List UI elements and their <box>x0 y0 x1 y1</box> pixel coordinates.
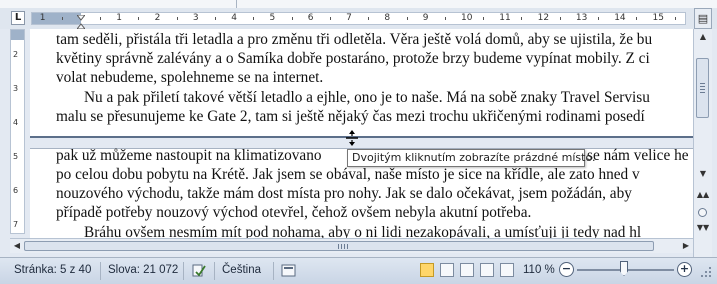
page-count[interactable]: Stránka: 5 z 40 <box>14 264 91 276</box>
ruler-number: 2 <box>154 13 161 23</box>
ruler-number: 6 <box>307 13 314 23</box>
ruler-tick <box>138 17 140 20</box>
horizontal-scrollbar[interactable]: ◀ ▶ <box>10 238 693 253</box>
ruler-number: 8 <box>384 13 391 23</box>
ruler-tick <box>483 17 485 20</box>
ruler-number: 14 <box>614 13 626 23</box>
ruler-number: 5 <box>269 13 276 23</box>
document-line: pak už můžeme nastoupit na klimatizovano <box>56 147 322 164</box>
document-line: se nám velice he <box>587 147 689 164</box>
ruler-number: 11 <box>499 13 511 23</box>
vertical-ruler-number: 3 <box>13 84 19 93</box>
outline-view-icon[interactable] <box>480 263 494 277</box>
ruler-tick <box>100 17 102 20</box>
draft-view-icon[interactable] <box>500 263 514 277</box>
next-page-icon[interactable]: ▼▼ <box>694 220 712 236</box>
document-page[interactable]: tam seděli, přistála tři letadla a pro z… <box>30 29 693 238</box>
full-screen-reading-view-icon[interactable] <box>440 263 454 277</box>
document-line: malu se přesunujeme ke Gate 2, tam si je… <box>56 108 645 125</box>
vertical-ruler-number: 5 <box>13 152 19 161</box>
vertical-ruler[interactable]: 2 3 4 5 6 7 <box>10 29 25 234</box>
zoom-slider-thumb[interactable] <box>620 261 628 276</box>
tab-selector-button[interactable]: L <box>11 11 25 25</box>
horizontal-ruler[interactable]: 1 1 2 3 4 5 6 7 8 9 10 11 12 13 14 15 <box>31 12 686 25</box>
vertical-ruler-number: 2 <box>13 50 19 59</box>
ruler-tick <box>253 17 255 20</box>
ruler-number: 1 <box>39 13 46 23</box>
ruler-number: 4 <box>231 13 237 23</box>
vertical-ruler-margin <box>11 30 24 40</box>
vertical-ruler-number: 6 <box>13 186 19 195</box>
language-indicator[interactable]: Čeština <box>222 264 261 276</box>
ruler-tick <box>368 17 370 20</box>
ruler-tick <box>444 17 446 20</box>
vertical-scrollbar[interactable]: ▲ ▼ ▲▲ ▼▼ <box>693 29 712 257</box>
document-line: tam seděli, přistála tři letadla a pro z… <box>56 31 653 48</box>
scroll-up-arrow-icon[interactable]: ▲ <box>694 29 712 45</box>
ruler-number: 9 <box>422 13 429 23</box>
spellcheck-icon[interactable] <box>191 263 207 279</box>
ruler-tick <box>329 17 331 20</box>
vertical-ruler-number: 7 <box>13 220 19 229</box>
ruler-number: 15 <box>652 13 664 23</box>
horizontal-ruler-row: L 1 1 2 3 4 5 6 7 8 9 10 11 12 13 14 15 <box>0 8 717 35</box>
word-count[interactable]: Slova: 21 072 <box>108 264 178 276</box>
horizontal-scroll-thumb[interactable] <box>24 241 654 251</box>
previous-page-icon[interactable]: ▲▲ <box>694 187 712 203</box>
web-layout-view-icon[interactable] <box>460 263 474 277</box>
whitespace-tooltip: Dvojitým kliknutím zobrazíte prázdné mís… <box>347 149 595 167</box>
ruler-number: 13 <box>575 13 588 23</box>
ruler-number: 7 <box>346 13 352 23</box>
ruler-number: 1 <box>116 13 123 23</box>
view-ruler-icon[interactable]: ▤ <box>694 8 712 29</box>
zoom-out-button[interactable]: − <box>559 262 574 277</box>
zoom-in-button[interactable]: + <box>677 262 692 277</box>
ruler-tick <box>674 17 676 20</box>
document-line: nouzového východu, takže mám dost místa … <box>56 185 632 202</box>
ruler-tick <box>291 17 293 20</box>
document-line: případě potřeby nouzový východ otevřel, … <box>56 204 532 221</box>
scroll-right-arrow-icon[interactable]: ▶ <box>679 239 693 253</box>
ruler-tick <box>598 17 600 20</box>
ruler-number: 12 <box>537 13 550 23</box>
ruler-tick <box>406 17 408 20</box>
document-line: Nu a pak přiletí takové větší letadlo a … <box>84 89 650 106</box>
ruler-tick <box>636 17 638 20</box>
scroll-left-arrow-icon[interactable]: ◀ <box>10 239 24 253</box>
ruler-tick <box>61 17 63 20</box>
zoom-level[interactable]: 110 % <box>523 264 555 276</box>
scroll-down-arrow-icon[interactable]: ▼ <box>694 166 712 182</box>
document-line: květiny správně zalévány a o Samíka dobř… <box>56 50 650 67</box>
document-line: Bráhu ovšem nesmím mít pod nohama, aby o… <box>84 224 642 238</box>
print-layout-view-icon[interactable] <box>420 263 434 277</box>
select-browse-object-icon[interactable] <box>698 208 707 217</box>
macro-recording-icon[interactable] <box>281 263 297 279</box>
show-whitespace-cursor-icon <box>346 130 358 146</box>
vertical-ruler-number: 4 <box>13 118 19 127</box>
ruler-number: 10 <box>461 13 473 23</box>
ruler-number: 3 <box>192 13 199 23</box>
ruler-tick <box>521 17 523 20</box>
vertical-scroll-thumb[interactable] <box>696 58 709 118</box>
ruler-tick <box>559 17 561 20</box>
resize-grip-icon[interactable] <box>700 266 712 278</box>
ruler-tick <box>176 17 178 20</box>
document-line: volat nebudeme, spolehneme se na interne… <box>56 69 324 86</box>
document-line: po celou dobu pobytu na Krétě. Jak jsem … <box>56 166 640 183</box>
ruler-tick <box>215 17 217 20</box>
status-bar: Stránka: 5 z 40 Slova: 21 072 Čeština 11… <box>0 257 717 284</box>
